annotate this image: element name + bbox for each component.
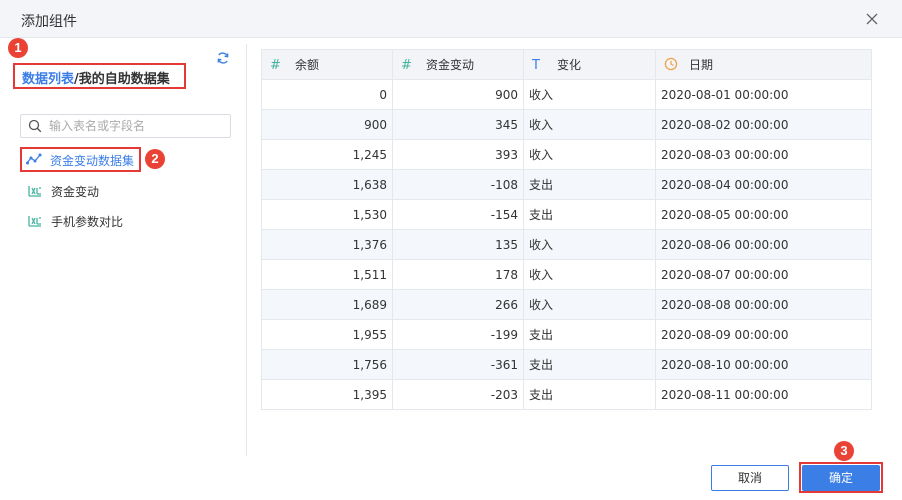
table-row: 900 345 收入 2020-08-02 00:00:00 — [261, 109, 872, 140]
table-row: 1,395 -203 支出 2020-08-11 00:00:00 — [261, 379, 872, 410]
table-row: 1,689 266 收入 2020-08-08 00:00:00 — [261, 289, 872, 320]
table-cell: 2020-08-07 00:00:00 — [655, 259, 872, 290]
table-cell: 1,395 — [261, 379, 393, 410]
breadcrumb-current: 我的自助数据集 — [78, 72, 170, 87]
table-cell: 支出 — [523, 349, 656, 380]
table-cell: 支出 — [523, 319, 656, 350]
clock-icon — [664, 57, 678, 71]
numeric-type-icon: # — [270, 58, 281, 73]
table-body: 0 900 收入 2020-08-01 00:00:00 900 345 收入 2020-08… — [261, 79, 872, 410]
breadcrumb: 数据列表/我的自助数据集 — [13, 63, 186, 89]
column-header-fund-change: # 资金变动 — [392, 49, 524, 80]
dataset-item-fund-change-dataset[interactable]: 资金变动数据集 — [20, 147, 141, 172]
table-cell: 2020-08-04 00:00:00 — [655, 169, 872, 200]
dataset-item-phone-params[interactable]: 手机参数对比 — [24, 210, 144, 232]
table-cell: 0 — [261, 79, 393, 110]
table-cell: 收入 — [523, 79, 656, 110]
table-cell: -154 — [392, 199, 524, 230]
table-cell: -108 — [392, 169, 524, 200]
table-row: 1,376 135 收入 2020-08-06 00:00:00 — [261, 229, 872, 260]
table-cell: 1,955 — [261, 319, 393, 350]
table-cell: 2020-08-02 00:00:00 — [655, 109, 872, 140]
annotation-badge-2: 2 — [145, 149, 165, 169]
dataset-item-label: 资金变动 — [51, 185, 100, 199]
text-type-icon: T — [532, 58, 540, 73]
annotation-badge-3: 3 — [834, 441, 854, 461]
table-cell: 1,689 — [261, 289, 393, 320]
table-cell: 收入 — [523, 229, 656, 260]
column-header-change: T 变化 — [523, 49, 656, 80]
table-cell: 1,245 — [261, 139, 393, 170]
column-header-label: 日期 — [689, 58, 714, 72]
table-cell: 收入 — [523, 109, 656, 140]
dialog-titlebar: 添加组件 — [0, 0, 902, 38]
data-preview-table: # 余额 # 资金变动 T 变化 日期 0 900 收入 2020-08-01 00:00:… — [261, 49, 872, 410]
table-header-row: # 余额 # 资金变动 T 变化 日期 — [261, 49, 872, 80]
panel-divider — [246, 44, 247, 456]
table-cell: 2020-08-09 00:00:00 — [655, 319, 872, 350]
table-cell: 收入 — [523, 289, 656, 320]
table-cell: 收入 — [523, 139, 656, 170]
search-icon — [28, 119, 42, 133]
table-cell: 345 — [392, 109, 524, 140]
table-cell: 2020-08-11 00:00:00 — [655, 379, 872, 410]
table-cell: 900 — [392, 79, 524, 110]
table-icon — [28, 216, 41, 227]
table-cell: 2020-08-05 00:00:00 — [655, 199, 872, 230]
table-cell: 266 — [392, 289, 524, 320]
table-cell: 178 — [392, 259, 524, 290]
dialog-title: 添加组件 — [21, 14, 77, 30]
table-cell: 1,530 — [261, 199, 393, 230]
numeric-type-icon: # — [401, 58, 412, 73]
confirm-button[interactable]: 确定 — [802, 465, 880, 491]
table-cell: 2020-08-06 00:00:00 — [655, 229, 872, 260]
table-row: 1,245 393 收入 2020-08-03 00:00:00 — [261, 139, 872, 170]
table-cell: 2020-08-01 00:00:00 — [655, 79, 872, 110]
table-row: 1,955 -199 支出 2020-08-09 00:00:00 — [261, 319, 872, 350]
table-cell: 1,756 — [261, 349, 393, 380]
table-cell: 收入 — [523, 259, 656, 290]
table-row: 1,638 -108 支出 2020-08-04 00:00:00 — [261, 169, 872, 200]
table-cell: 1,638 — [261, 169, 393, 200]
column-header-balance: # 余额 — [261, 49, 393, 80]
table-cell: 1,376 — [261, 229, 393, 260]
trend-icon — [26, 153, 42, 165]
column-header-date: 日期 — [655, 49, 872, 80]
dataset-item-fund-change[interactable]: 资金变动 — [24, 180, 134, 202]
table-row: 1,530 -154 支出 2020-08-05 00:00:00 — [261, 199, 872, 230]
table-row: 0 900 收入 2020-08-01 00:00:00 — [261, 79, 872, 110]
refresh-icon[interactable] — [216, 51, 230, 65]
table-cell: -361 — [392, 349, 524, 380]
dataset-item-label: 资金变动数据集 — [50, 154, 135, 168]
column-header-label: 变化 — [557, 58, 582, 72]
table-icon — [28, 186, 41, 197]
table-cell: 支出 — [523, 199, 656, 230]
search-box — [20, 114, 231, 138]
table-cell: 900 — [261, 109, 393, 140]
close-icon[interactable] — [864, 11, 880, 27]
annotation-badge-1: 1 — [8, 38, 28, 58]
cancel-button[interactable]: 取消 — [711, 465, 789, 491]
table-cell: 2020-08-03 00:00:00 — [655, 139, 872, 170]
table-cell: 支出 — [523, 169, 656, 200]
table-row: 1,511 178 收入 2020-08-07 00:00:00 — [261, 259, 872, 290]
table-cell: 135 — [392, 229, 524, 260]
dataset-item-label: 手机参数对比 — [51, 215, 124, 229]
table-cell: 1,511 — [261, 259, 393, 290]
table-cell: 2020-08-10 00:00:00 — [655, 349, 872, 380]
column-header-label: 余额 — [295, 58, 320, 72]
table-cell: 393 — [392, 139, 524, 170]
table-cell: -199 — [392, 319, 524, 350]
table-cell: -203 — [392, 379, 524, 410]
table-cell: 2020-08-08 00:00:00 — [655, 289, 872, 320]
search-input[interactable] — [49, 117, 225, 135]
table-cell: 支出 — [523, 379, 656, 410]
column-header-label: 资金变动 — [426, 58, 475, 72]
breadcrumb-data-list-link[interactable]: 数据列表 — [22, 72, 74, 87]
table-row: 1,756 -361 支出 2020-08-10 00:00:00 — [261, 349, 872, 380]
